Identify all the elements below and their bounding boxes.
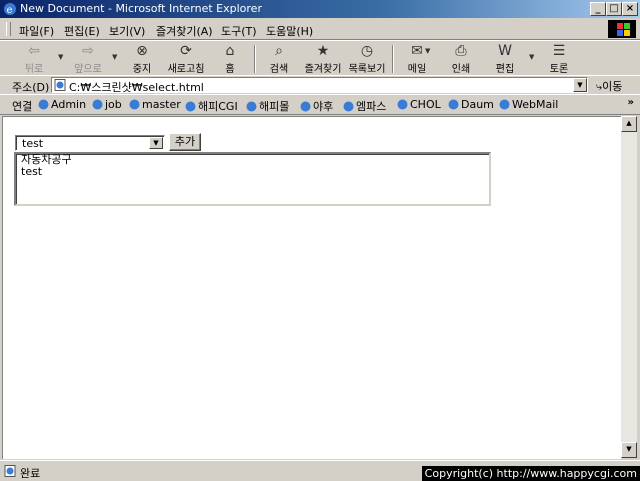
toolbar-separator xyxy=(392,45,394,73)
discuss-icon: ☰ xyxy=(552,43,566,59)
word-edit-icon: W xyxy=(498,43,512,59)
ie-logo-icon: e xyxy=(4,3,16,16)
back-arrow-icon: ⇦ xyxy=(28,43,40,59)
textarea-line: test xyxy=(21,165,43,178)
select-dropdown-icon[interactable]: ▼ xyxy=(149,137,163,149)
ie-page-icon xyxy=(92,99,103,110)
home-icon: ⌂ xyxy=(225,43,235,59)
svg-text:e: e xyxy=(7,5,13,16)
address-label: 주소(D) xyxy=(12,81,50,94)
mail-dropdown-icon[interactable]: ▼ xyxy=(425,47,430,55)
go-button[interactable]: ⤷이동 xyxy=(596,78,622,94)
minimize-button[interactable]: _ xyxy=(590,2,606,16)
window-title: New Document - Microsoft Internet Explor… xyxy=(20,2,262,15)
link-daum[interactable]: Daum xyxy=(448,98,494,111)
ie-page-icon xyxy=(129,99,140,110)
menu-edit[interactable]: 편집(E) xyxy=(64,23,100,39)
links-bar: 연결 Admin job master 해피CGI 해피몰 야후 엠파스 CHO… xyxy=(0,94,640,115)
ie-page-icon xyxy=(343,101,354,112)
menu-view[interactable]: 보기(V) xyxy=(109,23,145,39)
ie-page-icon xyxy=(38,99,49,110)
link-empas[interactable]: 엠파스 xyxy=(343,98,386,114)
link-happycgi[interactable]: 해피CGI xyxy=(185,98,238,114)
menu-help[interactable]: 도움말(H) xyxy=(266,23,313,39)
history-icon: ◷ xyxy=(360,43,374,59)
forward-button[interactable]: ⇨ 앞으로 xyxy=(66,43,110,75)
back-button[interactable]: ⇦ 뒤로 xyxy=(12,43,56,75)
toolbar-separator xyxy=(254,45,256,73)
stop-button[interactable]: ⊗ 중지 xyxy=(120,43,164,75)
ie-page-icon xyxy=(300,101,311,112)
ie-page-icon xyxy=(448,99,459,110)
mail-button[interactable]: ✉ 메일 xyxy=(395,43,439,75)
link-chol[interactable]: CHOL xyxy=(397,98,441,111)
vertical-scrollbar[interactable]: ▲ ▼ xyxy=(621,116,637,458)
edit-dropdown-icon[interactable]: ▼ xyxy=(529,53,534,61)
print-button[interactable]: ⎙ 인쇄 xyxy=(439,43,483,75)
page-icon xyxy=(54,79,66,91)
refresh-button[interactable]: ⟳ 새로고침 xyxy=(164,43,208,75)
links-more-icon[interactable]: » xyxy=(628,97,634,108)
edit-button[interactable]: W 편집 xyxy=(483,43,527,75)
search-button[interactable]: ⌕ 검색 xyxy=(257,43,301,75)
menu-bar: 파일(F) 편집(E) 보기(V) 즐겨찾기(A) 도구(T) 도움말(H) xyxy=(0,19,640,40)
link-job[interactable]: job xyxy=(92,98,122,111)
address-input[interactable]: C:₩스크린샷₩select.html ▼ xyxy=(51,77,588,94)
page-content: test ▼ 추가 자동차공구 test xyxy=(2,116,621,459)
forward-dropdown-icon[interactable]: ▼ xyxy=(112,53,117,61)
windows-logo-icon xyxy=(608,20,636,38)
maximize-button[interactable]: □ xyxy=(606,2,622,16)
copyright-watermark: Copyright(c) http://www.happycgi.com xyxy=(421,466,640,481)
search-icon: ⌕ xyxy=(275,43,283,59)
item-select[interactable]: test ▼ xyxy=(15,135,165,151)
link-happymall[interactable]: 해피몰 xyxy=(246,98,289,114)
back-dropdown-icon[interactable]: ▼ xyxy=(58,53,63,61)
forward-arrow-icon: ⇨ xyxy=(82,43,94,59)
menu-grip xyxy=(6,22,11,36)
favorites-icon: ★ xyxy=(316,43,330,59)
refresh-icon: ⟳ xyxy=(180,43,192,59)
standard-toolbar: ⇦ 뒤로 ▼ ⇨ 앞으로 ▼ ⊗ 중지 ⟳ 새로고침 ⌂ 홈 ⌕ 검색 ★ 즐겨… xyxy=(0,40,640,76)
history-button[interactable]: ◷ 목록보기 xyxy=(345,43,389,75)
items-textarea[interactable]: 자동차공구 test xyxy=(14,152,491,206)
menu-favorites[interactable]: 즐겨찾기(A) xyxy=(156,23,213,39)
menu-file[interactable]: 파일(F) xyxy=(19,23,54,39)
stop-icon: ⊗ xyxy=(136,43,148,59)
add-button[interactable]: 추가 xyxy=(169,133,201,151)
ie-page-icon xyxy=(397,99,408,110)
scroll-down-icon[interactable]: ▼ xyxy=(621,442,637,458)
home-button[interactable]: ⌂ 홈 xyxy=(208,43,252,75)
favorites-button[interactable]: ★ 즐겨찾기 xyxy=(301,43,345,75)
address-bar: 주소(D) C:₩스크린샷₩select.html ▼ ⤷이동 xyxy=(0,75,640,95)
page-status-icon xyxy=(4,465,16,477)
link-admin[interactable]: Admin xyxy=(38,98,86,111)
ie-page-icon xyxy=(246,101,257,112)
link-yahoo[interactable]: 야후 xyxy=(300,98,333,114)
ie-page-icon xyxy=(499,99,510,110)
ie-page-icon xyxy=(185,101,196,112)
printer-icon: ⎙ xyxy=(455,43,467,59)
textarea-line: 자동차공구 xyxy=(21,153,72,166)
title-bar[interactable]: e New Document - Microsoft Internet Expl… xyxy=(0,0,640,18)
menu-tools[interactable]: 도구(T) xyxy=(221,23,257,39)
link-webmail[interactable]: WebMail xyxy=(499,98,558,111)
scroll-up-icon[interactable]: ▲ xyxy=(621,116,637,132)
links-label: 연결 xyxy=(12,100,33,113)
discuss-button[interactable]: ☰ 토론 xyxy=(537,43,581,75)
mail-icon: ✉ xyxy=(411,43,423,59)
address-dropdown-icon[interactable]: ▼ xyxy=(573,78,587,92)
status-text: 완료 xyxy=(20,467,41,480)
close-button[interactable]: × xyxy=(622,2,638,16)
status-bar: 완료 Copyright(c) http://www.happycgi.com xyxy=(0,460,640,481)
link-master[interactable]: master xyxy=(129,98,181,111)
